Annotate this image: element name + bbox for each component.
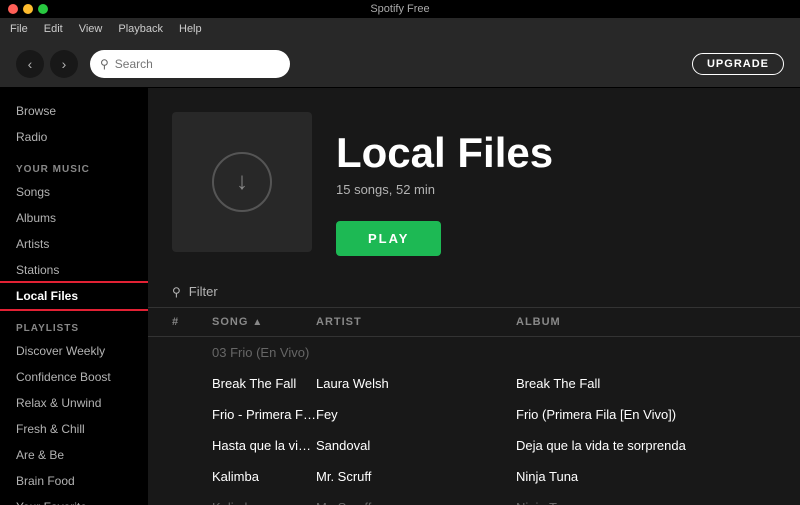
sidebar-item-fresh-chill[interactable]: Fresh & Chill — [0, 416, 148, 442]
maximize-button[interactable] — [38, 4, 48, 14]
sidebar-item-confidence-boost[interactable]: Confidence Boost — [0, 364, 148, 390]
playlists-label: PLAYLISTS — [0, 309, 148, 338]
sidebar-item-albums[interactable]: Albums — [0, 205, 148, 231]
sidebar-item-local-files[interactable]: Local Files — [0, 283, 148, 309]
filter-row: ⚲ — [148, 276, 800, 308]
menu-edit[interactable]: Edit — [44, 23, 63, 35]
table-row[interactable]: Kalimba Mr. Scruff Ninja Tuna — [148, 461, 800, 492]
row-song: Kalimba — [212, 469, 316, 484]
row-album: Ninja Tuna — [516, 469, 776, 484]
row-num — [172, 500, 212, 505]
minimize-button[interactable] — [23, 4, 33, 14]
window-controls[interactable] — [8, 4, 48, 14]
sidebar-item-brain-food[interactable]: Brain Food — [0, 468, 148, 494]
filter-icon: ⚲ — [172, 285, 181, 299]
row-song: Break The Fall — [212, 376, 316, 391]
row-num — [172, 469, 212, 484]
search-input[interactable] — [115, 57, 275, 71]
sidebar-item-are-be[interactable]: Are & Be — [0, 442, 148, 468]
row-song: Kalimba — [212, 500, 316, 505]
album-art-icon: ↓ — [212, 152, 272, 212]
row-song: Hasta que la vida me alcance — [212, 438, 316, 453]
sidebar-item-radio[interactable]: Radio — [0, 124, 148, 150]
col-header-num: # — [172, 316, 212, 328]
row-album — [516, 345, 776, 360]
your-music-label: YOUR MUSIC — [0, 150, 148, 179]
album-art: ↓ — [172, 112, 312, 252]
track-count: 15 songs, 52 min — [336, 182, 553, 197]
row-artist: Mr. Scruff — [316, 500, 516, 505]
row-album: Frio (Primera Fila [En Vivo]) — [516, 407, 776, 422]
search-icon: ⚲ — [100, 57, 109, 71]
row-num — [172, 438, 212, 453]
row-artist: Mr. Scruff — [316, 469, 516, 484]
title-bar: Spotify Free — [0, 0, 800, 18]
col-header-artist: ARTIST — [316, 316, 516, 328]
menu-file[interactable]: File — [10, 23, 28, 35]
menu-help[interactable]: Help — [179, 23, 202, 35]
sidebar-item-songs[interactable]: Songs — [0, 179, 148, 205]
sort-icon: ▲ — [252, 317, 263, 328]
row-artist — [316, 345, 516, 360]
sidebar-item-browse[interactable]: Browse — [0, 98, 148, 124]
row-artist: Fey — [316, 407, 516, 422]
header-info: Local Files 15 songs, 52 min PLAY — [336, 112, 553, 256]
main-layout: Browse Radio YOUR MUSIC Songs Albums Art… — [0, 88, 800, 505]
row-song: 03 Frio (En Vivo) — [212, 345, 316, 360]
menu-playback[interactable]: Playback — [118, 23, 163, 35]
table-row[interactable]: 03 Frio (En Vivo) — [148, 337, 800, 368]
upgrade-button[interactable]: UPGRADE — [692, 53, 784, 75]
menu-bar: File Edit View Playback Help — [0, 18, 800, 40]
table-row[interactable]: Hasta que la vida me alcance Sandoval De… — [148, 430, 800, 461]
sidebar: Browse Radio YOUR MUSIC Songs Albums Art… — [0, 88, 148, 505]
nav-arrows: ‹ › — [16, 50, 78, 78]
table-header: # SONG ▲ ARTIST ALBUM — [148, 308, 800, 337]
row-artist: Laura Welsh — [316, 376, 516, 391]
row-song: Frio - Primera Fila [En Vivo] — [212, 407, 316, 422]
forward-button[interactable]: › — [50, 50, 78, 78]
table-row[interactable]: Frio - Primera Fila [En Vivo] Fey Frio (… — [148, 399, 800, 430]
page-title: Local Files — [336, 132, 553, 174]
row-album: Deja que la vida te sorprenda — [516, 438, 776, 453]
col-header-album: ALBUM — [516, 316, 776, 328]
table-row[interactable]: Break The Fall Laura Welsh Break The Fal… — [148, 368, 800, 399]
row-album: Break The Fall — [516, 376, 776, 391]
top-bar: ‹ › ⚲ UPGRADE — [0, 40, 800, 88]
menu-view[interactable]: View — [79, 23, 103, 35]
app-title: Spotify Free — [370, 3, 429, 15]
content-header: ↓ Local Files 15 songs, 52 min PLAY — [148, 88, 800, 276]
row-num — [172, 407, 212, 422]
row-num — [172, 345, 212, 360]
sidebar-item-stations[interactable]: Stations — [0, 257, 148, 283]
content-area: ↓ Local Files 15 songs, 52 min PLAY ⚲ # … — [148, 88, 800, 505]
col-header-song[interactable]: SONG ▲ — [212, 316, 316, 328]
row-num — [172, 376, 212, 391]
sidebar-item-relax-unwind[interactable]: Relax & Unwind — [0, 390, 148, 416]
play-button[interactable]: PLAY — [336, 221, 441, 256]
filter-input[interactable] — [189, 284, 389, 299]
row-album: Ninja Tuna — [516, 500, 776, 505]
back-button[interactable]: ‹ — [16, 50, 44, 78]
sidebar-item-discover-weekly[interactable]: Discover Weekly — [0, 338, 148, 364]
sidebar-item-artists[interactable]: Artists — [0, 231, 148, 257]
table-row[interactable]: Kalimba Mr. Scruff Ninja Tuna — [148, 492, 800, 505]
row-artist: Sandoval — [316, 438, 516, 453]
close-button[interactable] — [8, 4, 18, 14]
sidebar-item-your-favorite-coffee[interactable]: Your Favorite Coffeeh... — [0, 494, 148, 505]
search-box[interactable]: ⚲ — [90, 50, 290, 78]
